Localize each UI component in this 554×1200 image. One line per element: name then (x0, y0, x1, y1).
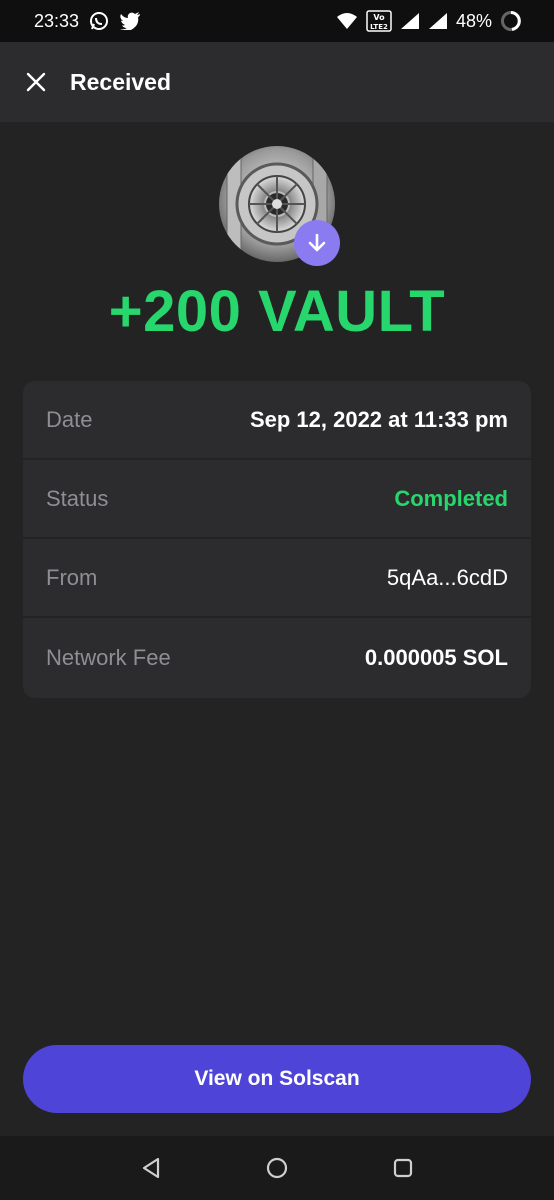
received-badge (294, 220, 340, 266)
navigation-bar (0, 1136, 554, 1200)
close-button[interactable] (14, 60, 58, 104)
arrow-down-icon (308, 233, 326, 252)
nav-home-button[interactable] (214, 1136, 340, 1200)
from-address[interactable]: 5qAa...6cdD (387, 565, 508, 591)
status-left: 23:33 (34, 11, 141, 32)
home-icon (266, 1157, 288, 1179)
status-right: Vo LTE2 48% (336, 10, 522, 32)
transaction-detail-screen: 23:33 Vo LTE2 48% Received +200 VAULT Da… (0, 0, 554, 1200)
detail-row-network-fee: Network Fee 0.000005 SOL (23, 618, 531, 697)
page-title: Received (70, 68, 172, 95)
signal-icon (400, 12, 420, 30)
nav-recents-button[interactable] (340, 1136, 466, 1200)
close-icon (26, 72, 46, 92)
twitter-icon (119, 12, 141, 30)
status-value: Completed (394, 485, 508, 511)
header: Received (0, 42, 554, 122)
back-icon (142, 1157, 160, 1179)
signal-icon (428, 12, 448, 30)
network-fee-value: 0.000005 SOL (364, 644, 508, 670)
status-label: Status (46, 485, 109, 511)
view-on-solscan-button[interactable]: View on Solscan (23, 1045, 531, 1113)
from-label: From (46, 564, 98, 590)
received-amount: +200 VAULT (108, 279, 446, 344)
date-value: Sep 12, 2022 at 11:33 pm (249, 406, 508, 432)
detail-row-from[interactable]: From 5qAa...6cdD (23, 539, 531, 618)
date-label: Date (46, 406, 93, 432)
transaction-details-card: Date Sep 12, 2022 at 11:33 pm Status Com… (23, 381, 531, 698)
detail-row-date: Date Sep 12, 2022 at 11:33 pm (23, 381, 531, 460)
recents-icon (393, 1158, 413, 1178)
svg-text:LTE2: LTE2 (370, 23, 388, 31)
battery-percent: 48% (455, 10, 492, 31)
status-bar: 23:33 Vo LTE2 48% (0, 0, 554, 42)
wifi-icon (336, 12, 358, 30)
status-time: 23:33 (34, 10, 80, 31)
token-avatar-wrap (219, 146, 340, 266)
network-fee-label: Network Fee (46, 644, 171, 670)
battery-icon (500, 10, 522, 32)
whatsapp-icon (89, 11, 109, 31)
detail-row-status: Status Completed (23, 460, 531, 539)
nav-back-button[interactable] (88, 1136, 214, 1200)
volte-icon: Vo LTE2 (366, 10, 392, 32)
svg-text:Vo: Vo (373, 13, 385, 22)
